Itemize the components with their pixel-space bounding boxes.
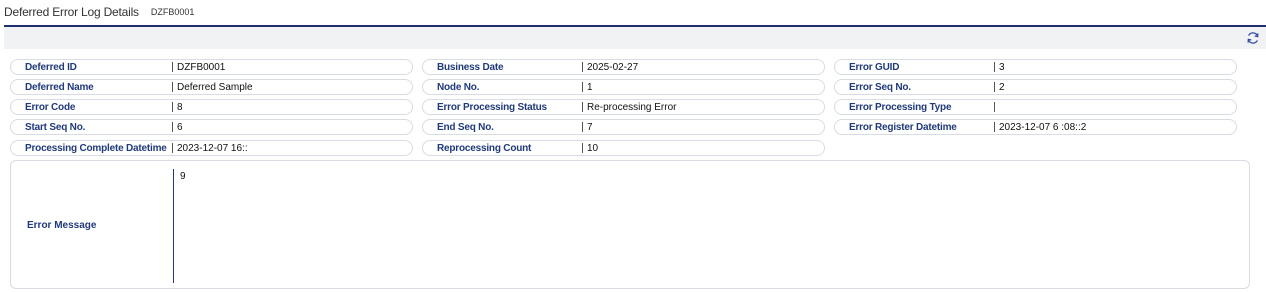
field-error-guid: Error GUID 3 bbox=[834, 59, 1237, 75]
field-error-code: Error Code 8 bbox=[10, 99, 413, 115]
field-error-processing-type: Error Processing Type bbox=[834, 99, 1237, 115]
field-node-no: Node No. 1 bbox=[422, 79, 825, 95]
field-processing-complete-datetime: Processing Complete Datetime 2023-12-07 … bbox=[10, 140, 413, 156]
page-title: Deferred Error Log Details bbox=[4, 5, 139, 19]
field-reprocessing-count: Reprocessing Count 10 bbox=[422, 140, 825, 156]
error-message-value: 9 bbox=[180, 171, 186, 182]
refresh-icon[interactable] bbox=[1246, 31, 1260, 45]
field-deferred-name: Deferred Name Deferred Sample bbox=[10, 79, 413, 95]
toolbar bbox=[4, 27, 1266, 49]
field-error-register-datetime: Error Register Datetime 2023-12-07 6 :08… bbox=[834, 119, 1237, 135]
page-subtitle: DZFB0001 bbox=[150, 7, 195, 17]
field-business-date: Business Date 2025-02-27 bbox=[422, 59, 825, 75]
error-message-divider bbox=[173, 169, 174, 283]
page-header: Deferred Error Log Details DZFB0001 bbox=[4, 0, 1266, 24]
field-error-processing-status: Error Processing Status Re-processing Er… bbox=[422, 99, 825, 115]
field-deferred-id: Deferred ID DZFB0001 bbox=[10, 59, 413, 75]
field-start-seq-no: Start Seq No. 6 bbox=[10, 119, 413, 135]
field-end-seq-no: End Seq No. 7 bbox=[422, 119, 825, 135]
error-message-label: Error Message bbox=[27, 220, 97, 231]
field-error-seq-no: Error Seq No. 2 bbox=[834, 79, 1237, 95]
error-message-box: Error Message 9 bbox=[10, 160, 1250, 289]
